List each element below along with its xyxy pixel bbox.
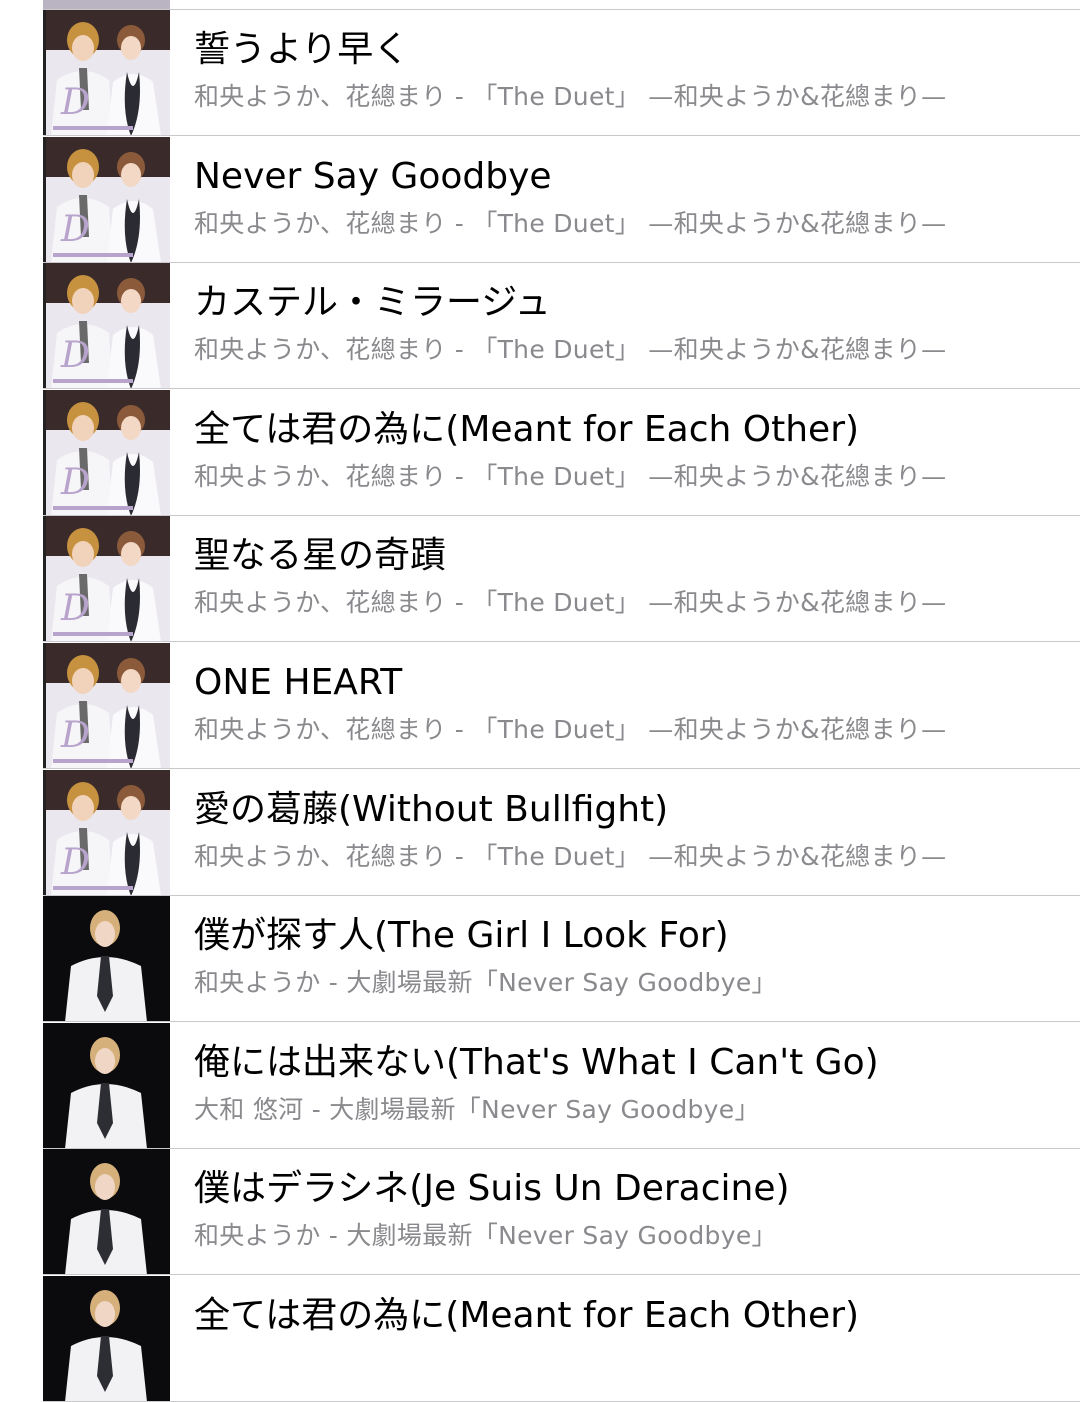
- song-artist-album: 和央ようか、花總まり - 「The Duet」 —和央ようか&花總まり—: [194, 82, 947, 111]
- song-artist-album: 和央ようか、花總まり - 「The Duet」 —和央ようか&花總まり—: [194, 588, 947, 618]
- song-row[interactable]: 全ては君の為に(Meant for Each Other): [0, 1276, 1080, 1402]
- album-art: [43, 136, 170, 263]
- song-artist-album: 和央ようか、花總まり - 「The Duet」 —和央ようか&花總まり—: [194, 208, 947, 238]
- album-art: [43, 263, 170, 390]
- song-title: 聖なる星の奇蹟: [194, 535, 447, 577]
- song-row[interactable]: Never Say Goodbye 和央ようか、花總まり - 「The Duet」…: [0, 136, 1080, 263]
- album-art: [43, 896, 170, 1023]
- song-artist-album: 和央ようか、花總まり - 「The Duet」 —和央ようか&花總まり—: [194, 335, 947, 365]
- album-art: [43, 1276, 170, 1402]
- album-art: [43, 1149, 170, 1276]
- song-row[interactable]: 愛の葛藤(Without Bullfight) 和央ようか、花總まり - 「The…: [0, 769, 1080, 896]
- song-title: 俺には出来ない(That's What I Can't Go): [194, 1041, 879, 1083]
- song-title: 僕が探す人(The Girl I Look For): [194, 915, 729, 957]
- album-art: [43, 516, 170, 643]
- song-row[interactable]: 誓うより早く和央ようか、花總まり - 「The Duet」 —和央ようか&花總ま…: [0, 10, 1080, 136]
- song-title: カステル・ミラージュ: [194, 282, 551, 324]
- song-row[interactable]: カステル・ミラージュ和央ようか、花總まり - 「The Duet」 —和央ようか…: [0, 263, 1080, 390]
- song-artist-album: 和央ようか、花總まり - 「The Duet」 —和央ようか&花總まり—: [194, 715, 947, 744]
- album-art: [43, 10, 170, 136]
- album-art: [43, 769, 170, 896]
- song-title: 愛の葛藤(Without Bullfight): [194, 788, 669, 830]
- song-row[interactable]: 俺には出来ない(That's What I Can't Go) 大和 悠河 - 大…: [0, 1022, 1080, 1149]
- song-artist-album: 和央ようか - 大劇場最新「Never Say Goodbye」: [194, 968, 777, 998]
- album-art: [43, 1022, 170, 1149]
- song-artist-album: 大和 悠河 - 大劇場最新「Never Say Goodbye」: [194, 1094, 760, 1124]
- song-row[interactable]: 僕はデラシネ(Je Suis Un Deracine) 和央ようか - 大劇場最新…: [0, 1149, 1080, 1276]
- song-title: 誓うより早く: [194, 29, 410, 70]
- song-title: Never Say Goodbye: [194, 155, 552, 197]
- album-art: [43, 643, 170, 769]
- song-title: ONE HEART: [194, 662, 403, 703]
- song-row[interactable]: 全ては君の為に(Meant for Each Other) 和央ようか、花總まり …: [0, 389, 1080, 516]
- song-title: 全ては君の為に(Meant for Each Other): [194, 1295, 860, 1336]
- album-art: [43, 389, 170, 516]
- song-artist-album: 和央ようか - 大劇場最新「Never Say Goodbye」: [194, 1221, 777, 1251]
- song-title: 僕はデラシネ(Je Suis Un Deracine): [194, 1168, 790, 1210]
- song-row[interactable]: 僕が探す人(The Girl I Look For) 和央ようか - 大劇場最新「…: [0, 896, 1080, 1023]
- song-row[interactable]: ONE HEART 和央ようか、花總まり - 「The Duet」 —和央ようか&…: [0, 643, 1080, 769]
- song-artist-album: 和央ようか、花總まり - 「The Duet」 —和央ようか&花總まり—: [194, 841, 947, 871]
- song-title: 全ては君の為に(Meant for Each Other): [194, 408, 860, 450]
- song-artist-album: 和央ようか、花總まり - 「The Duet」 —和央ようか&花總まり—: [194, 461, 947, 491]
- song-row[interactable]: 聖なる星の奇蹟和央ようか、花總まり - 「The Duet」 —和央ようか&花總…: [0, 516, 1080, 643]
